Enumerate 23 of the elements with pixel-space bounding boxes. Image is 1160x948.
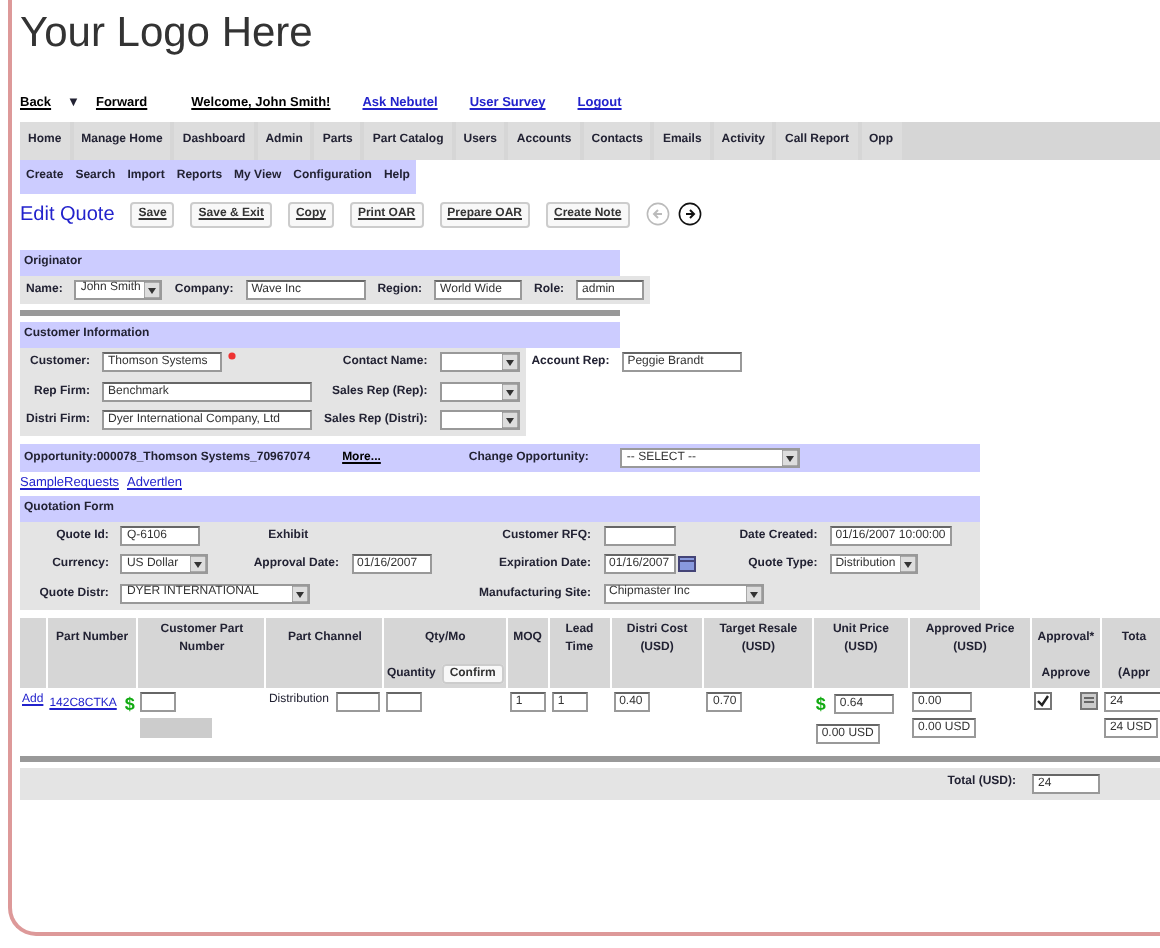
caret-icon bbox=[501, 412, 518, 429]
caret-icon bbox=[190, 556, 207, 573]
input-field[interactable] bbox=[336, 691, 381, 712]
calendar-icon[interactable] bbox=[677, 556, 696, 573]
dropdown[interactable] bbox=[439, 352, 520, 373]
caret-icon bbox=[782, 450, 799, 467]
caret-icon bbox=[501, 383, 518, 400]
logo-text: Your Logo Here bbox=[20, 12, 315, 54]
dollar-sign: $ bbox=[124, 691, 135, 718]
caret-icon bbox=[501, 354, 518, 371]
caret-icon bbox=[745, 585, 762, 602]
input-field[interactable] bbox=[603, 525, 676, 546]
caret-icon bbox=[899, 556, 916, 573]
page-title: Edit Quote bbox=[20, 201, 115, 230]
dollar-sign: $ bbox=[815, 691, 826, 718]
caret-icon bbox=[292, 585, 309, 602]
dropdown[interactable] bbox=[439, 410, 520, 431]
caret-icon bbox=[144, 281, 161, 298]
approve-checkbox[interactable] bbox=[1033, 691, 1052, 710]
grid-icon bbox=[1079, 691, 1098, 710]
input-field[interactable] bbox=[140, 691, 177, 712]
dropdown[interactable] bbox=[439, 381, 520, 402]
input-field[interactable] bbox=[386, 691, 423, 712]
